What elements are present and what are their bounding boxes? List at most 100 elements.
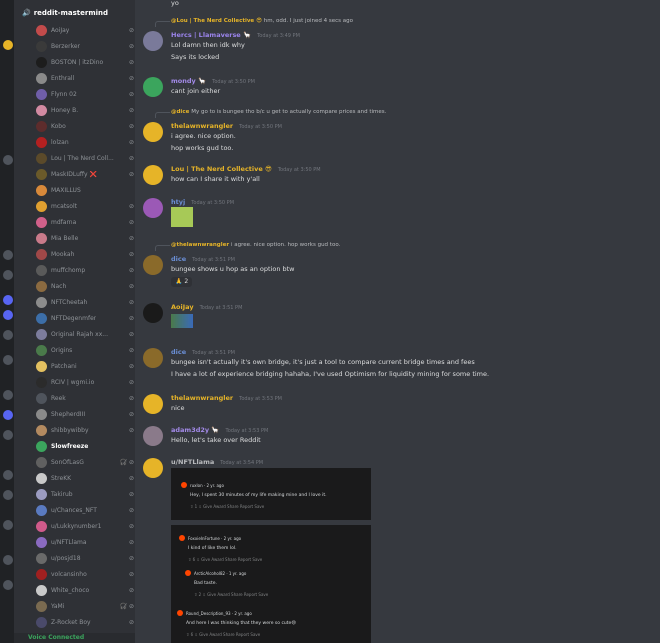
message-timestamp: Today at 3:50 PM	[239, 124, 282, 130]
user-avatar[interactable]	[143, 31, 163, 51]
voice-user[interactable]: Origins ⊘	[36, 343, 136, 357]
voice-user[interactable]: Enthrall ⊘	[36, 71, 136, 85]
server-icon[interactable]	[3, 310, 13, 320]
voice-user[interactable]: MAXILLUS	[36, 183, 136, 197]
message-author[interactable]: u/NFTLlama	[171, 458, 214, 466]
message-line: hop works gud too.	[171, 144, 234, 152]
speaker-icon: 🔊	[22, 9, 31, 17]
message-author[interactable]: thelawnwrangler	[171, 394, 233, 402]
voice-user-name: u/Lukkynumber1	[51, 522, 102, 530]
message-author[interactable]: adam3d2y 🦙	[171, 426, 220, 434]
server-icon[interactable]	[3, 555, 13, 565]
voice-user[interactable]: NFTCheetah ⊘	[36, 295, 136, 309]
voice-user[interactable]: shibbywibby ⊘	[36, 423, 136, 437]
message-author[interactable]: Lou | The Nerd Collective 😎	[171, 165, 272, 173]
message-author[interactable]: thelawnwrangler	[171, 122, 233, 130]
voice-user-name: YaMi	[51, 602, 65, 610]
voice-user[interactable]: Flynn 02 ⊘	[36, 87, 136, 101]
voice-user[interactable]: mdfarna ⊘	[36, 215, 136, 229]
voice-user[interactable]: Mookah ⊘	[36, 247, 136, 261]
user-avatar[interactable]	[143, 458, 163, 478]
voice-user[interactable]: AoiJay ⊘	[36, 23, 136, 37]
voice-user[interactable]: SonOfLasG 🎧̸ ⊘	[36, 455, 136, 469]
voice-user[interactable]: Kobo ⊘	[36, 119, 136, 133]
voice-user[interactable]: Berzerker ⊘	[36, 39, 136, 53]
voice-user[interactable]: BOSTON | itzDino ⊘	[36, 55, 136, 69]
voice-user[interactable]: Original Rajah xx... ⊘	[36, 327, 136, 341]
comment-actions[interactable]: ⇧ 6 ⇩ Give Award Share Report Save	[186, 632, 260, 637]
message-author[interactable]: mondy 🦙	[171, 77, 206, 85]
comment-actions[interactable]: ⇧ 2 ⇩ Give Award Share Report Save	[194, 592, 268, 597]
server-icon[interactable]	[3, 270, 13, 280]
voice-user[interactable]: muffchomp ⊘	[36, 263, 136, 277]
avatar	[36, 264, 47, 276]
message-author[interactable]: dice	[171, 348, 186, 356]
reply-preview[interactable]: @Lou | The Nerd Collective 😎 hm, odd. I …	[171, 18, 353, 24]
voice-user[interactable]: YaMi 🎧̸ ⊘	[36, 599, 136, 613]
voice-user[interactable]: StreKK ⊘	[36, 471, 136, 485]
server-icon[interactable]	[3, 520, 13, 530]
reply-preview[interactable]: @thelawnwrangler i agree. nice option. h…	[171, 242, 340, 248]
user-avatar[interactable]	[143, 394, 163, 414]
voice-user[interactable]: Takirub ⊘	[36, 487, 136, 501]
voice-user[interactable]: u/Chances_NFT ⊘	[36, 503, 136, 517]
server-icon[interactable]	[3, 155, 13, 165]
user-avatar[interactable]	[143, 165, 163, 185]
voice-channel-header[interactable]: 🔊 reddit-mastermind	[22, 9, 108, 17]
voice-user[interactable]: u/NFTLlama ⊘	[36, 535, 136, 549]
voice-user[interactable]: White_choco ⊘	[36, 583, 136, 597]
server-icon[interactable]	[3, 355, 13, 365]
voice-user[interactable]: u/Lukkynumber1 ⊘	[36, 519, 136, 533]
user-avatar[interactable]	[143, 255, 163, 275]
user-avatar[interactable]	[143, 426, 163, 446]
reddit-screenshot[interactable]: ruxlon · 2 yr. ago Hey, I spent 30 minute…	[171, 468, 371, 520]
attachment-image[interactable]	[171, 314, 193, 328]
reply-preview[interactable]: @dice My go to is bungee tho b/c u get t…	[171, 109, 386, 115]
server-icon[interactable]	[3, 430, 13, 440]
server-icon[interactable]	[3, 410, 13, 420]
voice-user-name: shibbywibby	[51, 426, 89, 434]
reaction-badge[interactable]: 🙏 2	[171, 277, 193, 287]
voice-user[interactable]: ShepherdIII ⊘	[36, 407, 136, 421]
message-author[interactable]: dice	[171, 255, 186, 263]
user-avatar[interactable]	[143, 348, 163, 368]
server-icon[interactable]	[3, 250, 13, 260]
user-avatar[interactable]	[143, 77, 163, 97]
voice-user[interactable]: Mia Belle ⊘	[36, 231, 136, 245]
voice-user[interactable]: Patchani ⊘	[36, 359, 136, 373]
comment-actions[interactable]: ⇧ 1 ⇩ Give Award Share Report Save	[190, 504, 264, 509]
voice-user[interactable]: volcansinho ⊘	[36, 567, 136, 581]
server-icon[interactable]	[3, 580, 13, 590]
comment-actions[interactable]: ⇧ 6 ⇩ Give Award Share Report Save	[188, 557, 262, 562]
server-icon[interactable]	[3, 330, 13, 340]
reply-connector	[155, 112, 170, 118]
user-avatar[interactable]	[143, 303, 163, 323]
user-avatar[interactable]	[143, 122, 163, 142]
server-icon[interactable]	[3, 40, 13, 50]
voice-user[interactable]: RCIV | wgmi.io ⊘	[36, 375, 136, 389]
server-icon[interactable]	[3, 470, 13, 480]
voice-user[interactable]: Slowfreeze	[36, 439, 136, 453]
voice-user[interactable]: Reek ⊘	[36, 391, 136, 405]
server-icon[interactable]	[3, 490, 13, 500]
message-author[interactable]: AoiJay	[171, 303, 194, 311]
message-author[interactable]: htyj	[171, 198, 185, 206]
reddit-screenshot[interactable]: FoxxieInFortune · 2 yr. ago I kind of lik…	[171, 525, 371, 643]
server-icon[interactable]	[3, 390, 13, 400]
user-avatar[interactable]	[143, 198, 163, 218]
voice-user[interactable]: mcatsolt ⊘	[36, 199, 136, 213]
attachment-image[interactable]	[171, 207, 193, 227]
message-author[interactable]: Hercs | Llamaverse 🦙	[171, 31, 251, 39]
voice-user[interactable]: NFTDegenmfer ⊘	[36, 311, 136, 325]
voice-user[interactable]: Lou | The Nerd Coll... ⊘	[36, 151, 136, 165]
voice-user[interactable]: Honey B. ⊘	[36, 103, 136, 117]
voice-user[interactable]: Z-Rocket Boy ⊘	[36, 615, 136, 629]
message-line: bungee isn't actually it's own bridge, i…	[171, 358, 475, 366]
voice-user[interactable]: u/posjd18 ⊘	[36, 551, 136, 565]
server-icon[interactable]	[3, 295, 13, 305]
muted-mic-icon: ⊘	[128, 42, 134, 50]
voice-user[interactable]: MaskIDLuffy ❌ ⊘	[36, 167, 136, 181]
voice-user-name: BOSTON | itzDino	[51, 58, 104, 66]
voice-user[interactable]: lolzan ⊘	[36, 135, 136, 149]
voice-user[interactable]: Nach ⊘	[36, 279, 136, 293]
